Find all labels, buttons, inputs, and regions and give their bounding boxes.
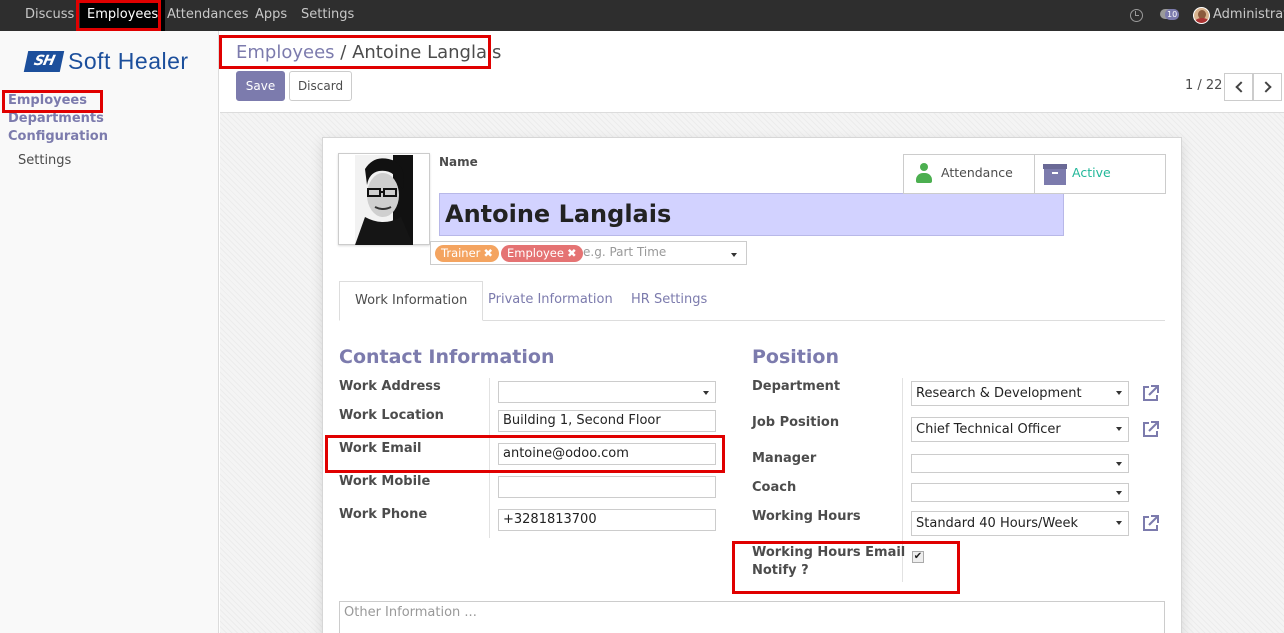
breadcrumb-separator: / — [340, 42, 347, 63]
contact-information-title: Contact Information — [339, 346, 555, 368]
active-toggle-button[interactable]: Active — [1034, 154, 1166, 194]
work-location-input[interactable]: Building 1, Second Floor — [498, 410, 716, 432]
pager-previous-button[interactable] — [1224, 73, 1253, 101]
external-link-icon[interactable] — [1141, 514, 1159, 532]
attendance-smart-button[interactable]: Attendance — [903, 154, 1035, 194]
tags-input[interactable]: e.g. Part Time — [583, 245, 666, 259]
work-address-select[interactable] — [498, 381, 716, 403]
work-phone-input[interactable]: +3281813700 — [498, 509, 716, 531]
work-location-label: Work Location — [339, 408, 444, 423]
chevron-right-icon — [1260, 81, 1272, 93]
working-hours-select[interactable]: Standard 40 Hours/Week — [911, 511, 1129, 536]
manager-label: Manager — [752, 451, 817, 466]
tab-hr-settings[interactable]: HR Settings — [616, 281, 722, 321]
remove-tag-icon[interactable]: ✖ — [567, 246, 577, 260]
breadcrumb-employees[interactable]: Employees — [236, 42, 335, 63]
work-phone-label: Work Phone — [339, 507, 428, 522]
working-hours-email-notify-checkbox[interactable]: ✔ — [912, 551, 924, 563]
sidebar-item-settings[interactable]: Settings — [18, 153, 71, 168]
menu-attendances[interactable]: Attendances — [167, 0, 248, 31]
tab-work-information[interactable]: Work Information — [339, 281, 484, 321]
working-hours-email-notify-label: Working Hours Email — [752, 545, 906, 560]
dropdown-caret-icon — [703, 391, 709, 395]
work-email-input[interactable]: antoine@odoo.com — [498, 443, 716, 465]
work-mobile-label: Work Mobile — [339, 474, 431, 489]
menu-employees[interactable]: Employees — [80, 0, 166, 31]
name-label: Name — [439, 155, 478, 169]
sidebar: SH Soft Healer Employees Departments Con… — [0, 31, 219, 633]
external-link-icon[interactable] — [1141, 384, 1159, 402]
activity-clock-icon[interactable] — [1130, 9, 1143, 22]
label-separator — [489, 378, 490, 538]
logo-mark: SH — [23, 51, 65, 72]
pager-value[interactable]: 1 / 22 — [1185, 78, 1222, 93]
coach-label: Coach — [752, 480, 797, 495]
tab-private-information[interactable]: Private Information — [473, 281, 628, 321]
discard-button[interactable]: Discard — [289, 71, 352, 101]
remove-tag-icon[interactable]: ✖ — [483, 246, 493, 260]
department-select[interactable]: Research & Development — [911, 381, 1129, 406]
breadcrumb-current: Antoine Langlais — [352, 42, 502, 63]
other-information-field[interactable]: Other Information ... — [339, 601, 1165, 633]
dropdown-caret-icon — [1116, 491, 1122, 495]
menu-discuss[interactable]: Discuss — [25, 0, 74, 31]
department-label: Department — [752, 379, 841, 394]
active-label: Active — [1072, 165, 1111, 180]
menu-apps[interactable]: Apps — [255, 0, 287, 31]
sidebar-item-employees[interactable]: Employees — [8, 93, 87, 108]
dropdown-caret-icon[interactable] — [731, 253, 737, 257]
user-menu[interactable]: Administrator — [1213, 0, 1284, 30]
tag-employee[interactable]: Employee ✖ — [501, 245, 583, 262]
job-position-value: Chief Technical Officer — [916, 422, 1061, 437]
dropdown-caret-icon — [1116, 462, 1122, 466]
breadcrumb: Employees / Antoine Langlais — [236, 42, 501, 63]
manager-select[interactable] — [911, 454, 1129, 473]
employee-name-input[interactable]: Antoine Langlais — [439, 193, 1064, 236]
other-information-placeholder: Other Information ... — [344, 605, 477, 620]
position-title: Position — [752, 346, 839, 368]
job-position-label: Job Position — [752, 415, 840, 430]
dropdown-caret-icon — [1116, 521, 1122, 525]
external-link-icon[interactable] — [1141, 420, 1159, 438]
tag-label: Employee — [507, 246, 564, 260]
user-avatar[interactable] — [1193, 7, 1210, 24]
sidebar-item-departments[interactable]: Departments — [8, 111, 104, 126]
working-hours-value: Standard 40 Hours/Week — [916, 516, 1079, 531]
top-navbar: Discuss Employees Attendances Apps Setti… — [0, 0, 1284, 31]
employee-tags-field[interactable]: Trainer ✖ Employee ✖ e.g. Part Time — [430, 241, 747, 265]
tag-label: Trainer — [441, 246, 481, 260]
working-hours-email-notify-label-2: Notify ? — [752, 563, 809, 578]
job-position-select[interactable]: Chief Technical Officer — [911, 417, 1129, 442]
working-hours-label: Working Hours — [752, 509, 861, 524]
employee-photo[interactable] — [338, 153, 430, 245]
user-icon — [916, 163, 932, 185]
department-value: Research & Development — [916, 386, 1082, 401]
chevron-left-icon — [1235, 81, 1247, 93]
pager-next-button[interactable] — [1253, 73, 1282, 101]
dropdown-caret-icon — [1116, 427, 1122, 431]
work-email-label: Work Email — [339, 441, 422, 456]
attendance-label: Attendance — [941, 165, 1013, 180]
logo-text: Soft Healer — [68, 48, 189, 74]
dropdown-caret-icon — [1116, 391, 1122, 395]
archive-icon — [1043, 164, 1067, 185]
work-address-label: Work Address — [339, 379, 441, 394]
messages-count-badge: 10 — [1165, 9, 1180, 20]
tag-trainer[interactable]: Trainer ✖ — [435, 245, 500, 262]
employee-portrait-image — [355, 155, 413, 245]
coach-select[interactable] — [911, 483, 1129, 502]
sidebar-item-configuration[interactable]: Configuration — [8, 129, 108, 144]
work-mobile-input[interactable] — [498, 476, 716, 498]
menu-settings[interactable]: Settings — [301, 0, 354, 31]
save-button[interactable]: Save — [236, 71, 285, 101]
